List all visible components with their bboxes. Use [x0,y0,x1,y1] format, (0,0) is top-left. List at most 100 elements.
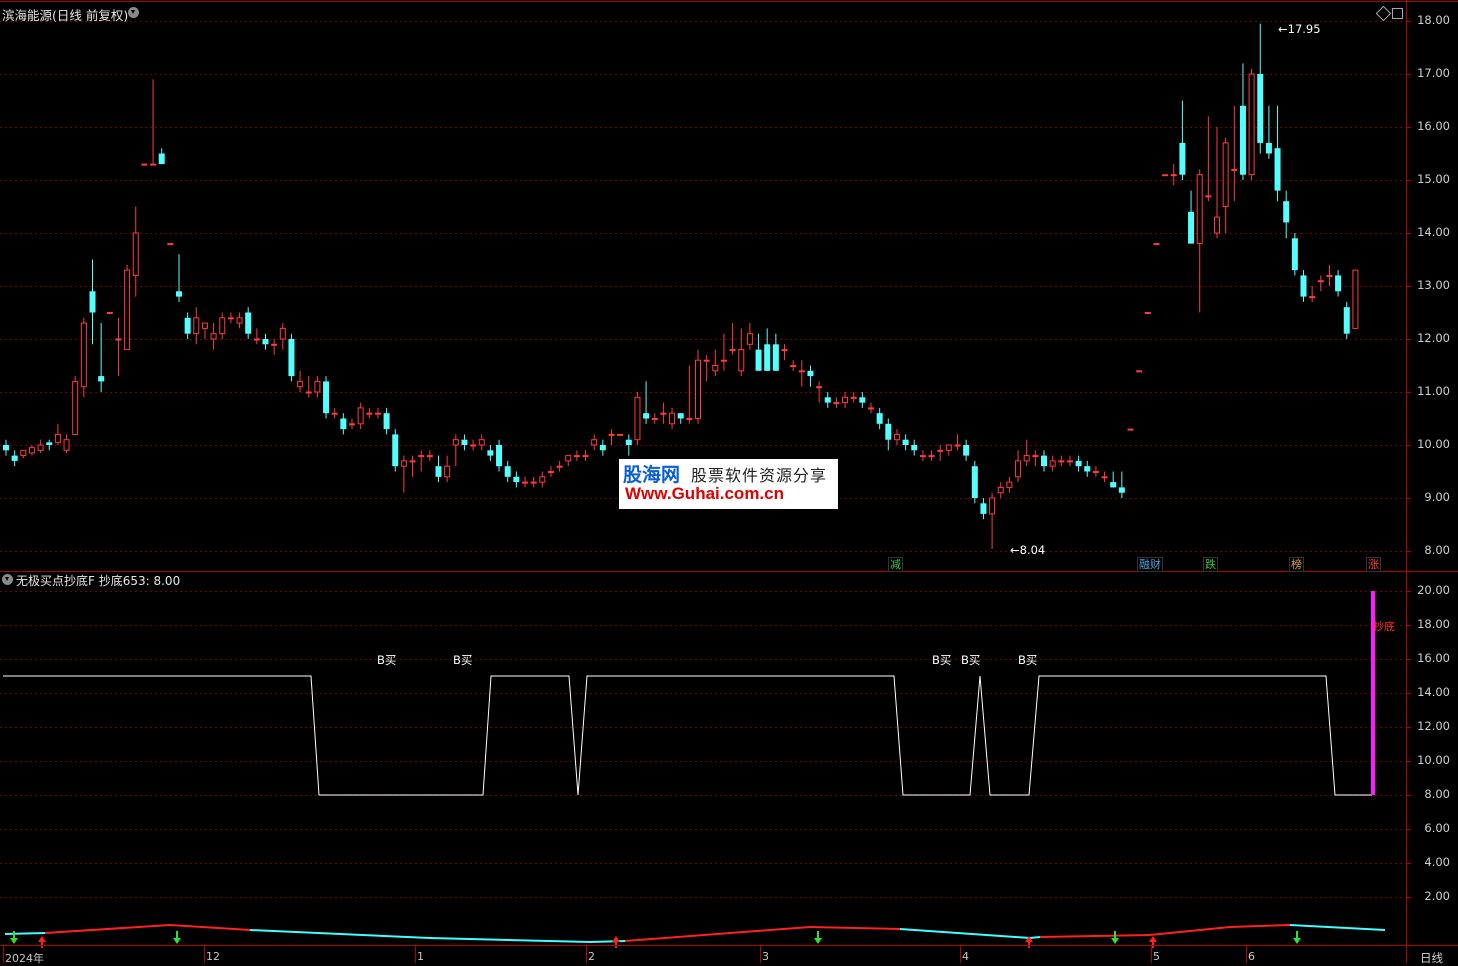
candle-body [37,444,44,451]
candle-body [176,291,182,297]
window-title: 滨海能源(日线 前复权) [2,8,129,23]
candle-body [63,439,70,451]
candle [20,449,27,459]
candle [106,312,113,314]
watermark-url: Www.Guhai.com.cn [625,484,784,503]
candle-body [677,413,684,419]
candle [798,360,805,387]
candle [1274,105,1281,202]
indicator-dropdown-icon[interactable] [2,574,13,585]
period-label[interactable]: 日线 [1420,950,1443,966]
candle [245,307,252,339]
candle [1214,127,1220,239]
candle-body [132,232,139,276]
candle-body [426,455,433,458]
candle [1170,164,1177,186]
candle [1006,476,1013,493]
candle-body [556,465,563,468]
candle-body [1110,482,1117,488]
candle-body [253,338,260,341]
candle-body [591,439,598,446]
candle [833,397,840,408]
candle [392,429,399,472]
candle [893,429,900,445]
candle-body [651,418,658,420]
price-tick-label: 14.00 [1417,225,1450,239]
candle [28,445,35,456]
candle [314,376,321,398]
candle-body [262,339,269,345]
high-price-label: ←17.95 [1278,22,1321,36]
event-tag-fall[interactable]: 跌 [1203,557,1218,572]
candle [366,407,373,419]
candle-body [435,466,442,477]
candle [1049,455,1056,472]
indicator-line-series [3,591,1375,796]
candle [643,381,650,424]
candle-body [141,163,148,166]
candle-body [340,418,347,430]
candle-body [1317,280,1324,283]
candle-body [573,455,580,458]
candle [1110,471,1117,488]
candle-body [928,455,935,458]
event-tag-reduce[interactable]: 减 [888,557,903,572]
candle [937,445,944,461]
signal-series-label: 抄底 [1373,620,1395,633]
indicator-tick-label: 14.00 [1417,685,1450,699]
candle [677,413,684,424]
candle-body [686,418,693,420]
candle [1015,450,1022,483]
candle-body [305,391,312,394]
candle [712,349,719,377]
buy-signal-label: B买 [932,653,952,667]
candle [1265,105,1272,159]
price-tick-label: 10.00 [1417,437,1450,451]
candle [945,444,952,456]
candle [1196,169,1203,313]
candle [167,243,174,246]
price-tick-label: 9.00 [1424,490,1450,504]
candle-body [1239,105,1246,175]
candle-body [798,370,805,373]
candle [1205,116,1212,202]
candle [530,476,537,488]
candle [1136,370,1143,373]
candle [1231,105,1238,202]
event-tag-rise[interactable]: 涨 [1366,557,1381,572]
up-arrow-icon [38,936,46,948]
candle-body [478,439,485,446]
candle-body [712,365,719,372]
candle [176,254,182,302]
candle-body [349,423,355,426]
candle [435,455,442,483]
candle-body [608,433,615,436]
price-tick-label: 12.00 [1417,331,1450,345]
window-toggle-icon[interactable] [1392,8,1403,19]
price-tick-label: 11.00 [1417,384,1450,398]
candle [556,460,563,472]
candle-body [11,455,18,461]
candle-body [210,333,217,340]
candle [349,418,355,430]
time-tick-label: 2024年 [5,952,44,965]
event-tag-margin[interactable]: 融财 [1137,557,1163,572]
candle-body [582,455,589,458]
candle-body [876,413,883,424]
candle-body [1162,174,1169,177]
candle-body [28,447,35,454]
candle-body [1118,487,1125,493]
candle-body [46,442,53,445]
candle-body [842,396,849,404]
candle [297,370,304,392]
candle-body [98,376,105,382]
candle-body [184,317,191,334]
candle-body [547,471,554,473]
candle [305,376,312,398]
candle [954,434,961,451]
candle [824,392,831,408]
candle-body [392,434,399,467]
candle-body [513,476,520,483]
event-tag-rank[interactable]: 榜 [1289,557,1304,572]
title-dropdown-icon[interactable] [128,7,139,18]
